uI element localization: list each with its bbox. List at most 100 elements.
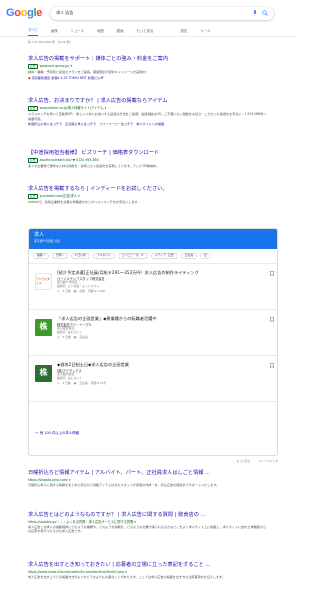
jobs-title: 求人 bbox=[34, 232, 45, 238]
tab-maps[interactable]: 地図 bbox=[97, 29, 104, 36]
ad-url-line: 広告 www.aidem.co.jp/求人情報サイト/アイデム ▾ bbox=[28, 105, 268, 112]
tab-more[interactable]: もっと見る bbox=[137, 29, 154, 36]
result-stats: 約 137,000,000 件 （0.51 秒） bbox=[28, 40, 73, 44]
chevron-down-icon[interactable]: ▾ bbox=[77, 194, 80, 198]
job-details: [紹介予定派遣]正社員/月給￥291〜353万円！求人広告の制作ライティング パ… bbox=[57, 270, 263, 293]
organic-result: 日曜折込ちど情報アイテム | アルバイト、パート、正社員求人はしごと情報 ...… bbox=[28, 470, 268, 487]
filter-chip[interactable]: 職種 ▾ bbox=[33, 253, 49, 259]
ad-address[interactable]: ● 東京都新宿区 新宿4-3-25 TOKYU REIT 新宿ビル4F bbox=[28, 76, 268, 80]
feedback-link[interactable]: フィードバック bbox=[258, 459, 278, 464]
ad-snippet: 媒体・職種・予算別に最適なプランをご提案。期間限定の特別キャンペーンを実施中！ bbox=[28, 70, 149, 75]
clock-icon: ◷ bbox=[57, 380, 60, 385]
job-listing[interactable]: 株 ◆週休2日制土日◆求人広告の企画営業 (株)アドマックス 東京都渋谷区 提供… bbox=[29, 357, 277, 402]
more-link[interactable]: もっと見る bbox=[236, 459, 250, 464]
search-icon[interactable] bbox=[261, 10, 268, 17]
ad-url[interactable]: asuete.bizreach.biz/ ▼ 0120-953-850 bbox=[40, 158, 99, 162]
ad-result: 求人広告を掲載するなら | インディードをお試しください。 広告 jp.inde… bbox=[28, 186, 268, 205]
tab-videos[interactable]: 動画 bbox=[117, 29, 124, 36]
filter-chip[interactable]: フルタイム bbox=[92, 253, 115, 259]
filter-chip[interactable]: 分類 ▾ bbox=[51, 253, 68, 259]
ad-snippet: ユラスマッチを用いて定着率UP！ 欲しい人材にお会いする最適な方法をご提案！電話… bbox=[28, 112, 267, 121]
company-logo: 株 bbox=[35, 365, 52, 382]
company-logo: 株 bbox=[35, 319, 52, 336]
ad-title-link[interactable]: 求人広告、お決まりですか？ | 求人広告の掲載ならアイデム bbox=[28, 98, 268, 105]
google-logo[interactable]: Google bbox=[6, 6, 42, 21]
tab-all[interactable]: すべて bbox=[28, 28, 38, 36]
ad-result: 求人広告、お決まりですか？ | 求人広告の掲載ならアイデム 広告 www.aid… bbox=[28, 98, 268, 126]
search-query[interactable]: 求人 広告 bbox=[56, 10, 252, 15]
result-title-link[interactable]: 日曜折込ちど情報アイテム | アルバイト、パート、正社員求人はしごと情報 ... bbox=[28, 470, 268, 477]
ad-snippet: 多くの企業様で優秀な人材の採用を、採用コスト最適化を実現しています。テレビCM放… bbox=[28, 164, 160, 169]
search-results-page: Google 求人 広告 すべて 画像 ニュース 地図 動画 もっと見る 設定 … bbox=[0, 0, 296, 600]
ad-url[interactable]: www.one-group.jp/ bbox=[40, 64, 70, 68]
clock-icon: ◷ bbox=[57, 288, 60, 293]
ad-url-line: 広告 www.one-group.jp/ ▾ bbox=[28, 63, 268, 70]
chevron-down-icon[interactable]: ▾ bbox=[124, 570, 127, 574]
organic-result: 求人広告とはどのようなものですか？ | 求人広告に関する質問 | 飲食店の ..… bbox=[28, 512, 268, 534]
briefcase-icon: ▣ bbox=[73, 380, 77, 385]
ad-result: 求人広告の掲載をサポート｜媒体ごとの強み・料金をご案内 広告 www.one-g… bbox=[28, 56, 268, 80]
ad-badge: 広告 bbox=[28, 157, 38, 164]
ad-url[interactable]: www.aidem.co.jp/求人情報サイト/アイデム bbox=[40, 106, 104, 110]
result-url[interactable]: https://cookbiz.jp/ › ... › よくある質問 › 求人広… bbox=[28, 520, 268, 524]
job-title: 「求人広告の企画営業」◆異業種からの転職者活躍中 bbox=[57, 316, 157, 321]
clock-icon: ◷ bbox=[57, 334, 60, 339]
result-title-link[interactable]: 求人広告とはどのようなものですか？ | 求人広告に関する質問 | 飲食店の ..… bbox=[28, 512, 268, 519]
result-url[interactable]: https://shigoto-joho.com/ ▾ bbox=[28, 478, 268, 482]
result-snippet: 日曜折込求人に関する情報をまとめた折込ちど情報アイテムはちのスタッフが原稿の作成… bbox=[28, 483, 220, 488]
chevron-down-icon[interactable]: ▾ bbox=[70, 64, 73, 68]
ad-badge: 広告 bbox=[28, 63, 38, 70]
ad-url[interactable]: jp.indeed.com/広告/求人 bbox=[40, 194, 78, 198]
result-snippet: 求人広告を出す上でどの掲載方法がよいかどうかよりも大事なことがあります。ここでは… bbox=[28, 575, 226, 580]
job-listing[interactable]: テンプスタッフ [紹介予定派遣]正社員/月給￥291〜353万円！求人広告の制作… bbox=[29, 265, 277, 310]
jobs-filter-chips: 職種 ▾ 分類 ▾ 3 日以内 フルタイム コンピュータ、IT メディア、広告 正社… bbox=[29, 249, 277, 264]
ad-badge: 広告 bbox=[28, 193, 38, 200]
chevron-down-icon: ▾ bbox=[43, 254, 45, 258]
microphone-icon[interactable] bbox=[252, 10, 257, 17]
search-input[interactable]: 求人 広告 bbox=[50, 7, 274, 20]
chevron-down-icon[interactable]: ▾ bbox=[104, 106, 107, 110]
jobs-header[interactable]: 求人 東京都千代田区 付近 bbox=[29, 229, 277, 249]
ad-sitelinks[interactable]: 新聞折込の求人はコチラ 正社員の求人はコチラ フリーペーパーはコチラ 求人サイト… bbox=[28, 122, 268, 126]
filter-chip[interactable]: メディア、広告 bbox=[150, 253, 178, 259]
chevron-down-icon[interactable]: ▾ bbox=[133, 520, 136, 524]
tab-images[interactable]: 画像 bbox=[51, 29, 58, 36]
job-tags: ◷ 3 日前 ▣ 正社員 bbox=[57, 334, 88, 339]
result-snippet: 求人広告とは求人の掲載媒体にどのような種類や、どのような情報を、どのような効果が… bbox=[28, 525, 266, 534]
job-title: [紹介予定派遣]正社員/月給￥291〜353万円！求人広告の制作ライティング bbox=[57, 270, 199, 275]
tab-news[interactable]: ニュース bbox=[71, 29, 84, 36]
ad-title-link[interactable]: 求人広告を掲載するなら | インディードをお試しください。 bbox=[28, 186, 268, 193]
filter-chip[interactable]: 3 日以内 bbox=[70, 253, 90, 259]
job-title: ◆週休2日制土日◆求人広告の企画営業 bbox=[57, 362, 129, 367]
chevron-down-icon[interactable]: ▾ bbox=[68, 478, 71, 482]
jobs-panel: 求人 東京都千代田区 付近 職種 ▾ 分類 ▾ 3 日以内 フルタイム コンピュータ… bbox=[28, 228, 278, 456]
bookmark-icon[interactable] bbox=[270, 363, 274, 369]
job-details: ◆週休2日制土日◆求人広告の企画営業 (株)アドマックス 東京都渋谷区 提供元:… bbox=[57, 362, 263, 385]
ad-badge: 広告 bbox=[28, 105, 38, 112]
result-url[interactable]: https://www.jinzai-info.net/useful/hr-so… bbox=[28, 570, 268, 574]
ad-title-link[interactable]: 求人広告の掲載をサポート｜媒体ごとの強み・料金をご案内 bbox=[28, 56, 268, 63]
more-jobs-link[interactable]: → 他 100 件以上の求人情報 bbox=[35, 431, 79, 436]
filter-chip[interactable]: 正社員 bbox=[180, 253, 198, 259]
result-title-link[interactable]: 求人広告を出すとき知っておきたい | 応募者の立場に立った表記をすること ... bbox=[28, 562, 268, 569]
ad-title-link[interactable]: 【中途採用担当者様】 ビズリーチ | 価格表ダウンロード bbox=[28, 150, 268, 157]
tab-settings[interactable]: 設定 bbox=[181, 29, 188, 36]
briefcase-icon: ▣ bbox=[73, 288, 77, 293]
filter-chip[interactable]: コンピュータ、IT bbox=[117, 253, 148, 259]
job-details: 「求人広告の企画営業」◆異業種からの転職者活躍中 株式会社アド・イーグル 東京都… bbox=[57, 316, 263, 339]
header: Google 求人 広告 bbox=[0, 0, 296, 26]
jobs-location: 東京都千代田区 付近 bbox=[34, 238, 61, 243]
search-tabs: すべて 画像 ニュース 地図 動画 もっと見る 設定 ツール bbox=[0, 26, 296, 37]
arrow-right-icon: → bbox=[35, 431, 38, 435]
filter-chip[interactable]: 社 bbox=[200, 253, 211, 259]
bookmark-icon[interactable] bbox=[270, 317, 274, 323]
company-logo: テンプスタッフ bbox=[35, 273, 52, 290]
organic-result: 求人広告を出すとき知っておきたい | 応募者の立場に立った表記をすること ...… bbox=[28, 562, 268, 579]
briefcase-icon: ▣ bbox=[73, 334, 77, 339]
ad-snippet: Indeedで、採用企業様を必要な求職者の方とのベストマッチをお手伝いします bbox=[28, 200, 138, 205]
job-listing[interactable]: 株 「求人広告の企画営業」◆異業種からの転職者活躍中 株式会社アド・イーグル 東… bbox=[29, 311, 277, 356]
bookmark-icon[interactable] bbox=[270, 271, 274, 277]
ad-result: 【中途採用担当者様】 ビズリーチ | 価格表ダウンロード 広告 asuete.b… bbox=[28, 150, 268, 169]
tab-tools[interactable]: ツール bbox=[200, 29, 210, 36]
job-tags: ◷ 2 日前 ▣ 派遣 月額 ¥ 1,500 bbox=[57, 288, 106, 293]
